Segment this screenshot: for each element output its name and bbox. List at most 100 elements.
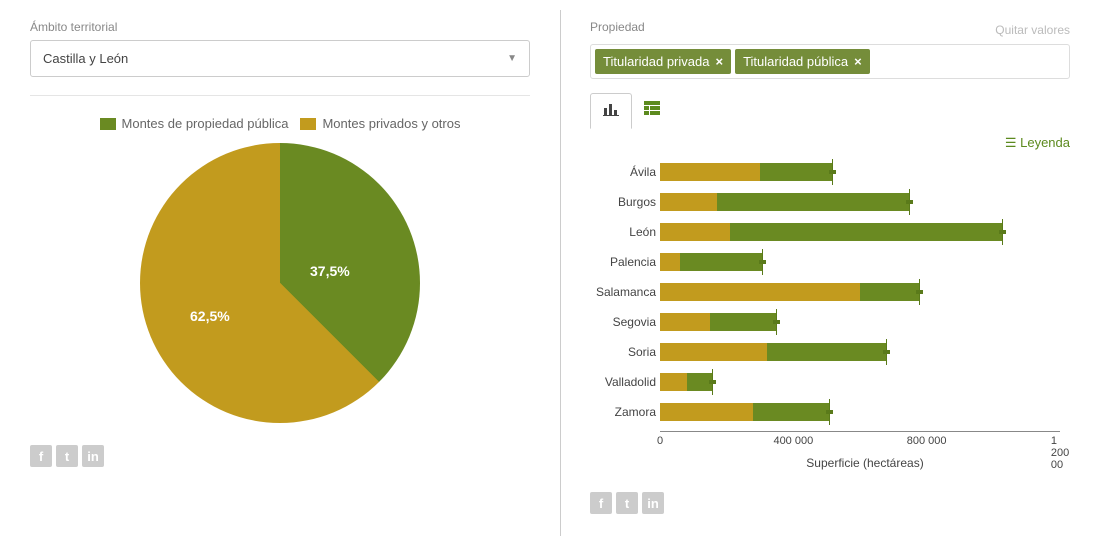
bar-category-label: Burgos xyxy=(590,195,656,209)
xaxis-tick-label: 0 xyxy=(657,435,663,447)
bar-segment xyxy=(860,283,920,301)
bar-track xyxy=(660,253,1070,271)
bar-end-marker xyxy=(762,249,763,275)
bar-end-marker xyxy=(712,369,713,395)
bar-end-marker xyxy=(909,189,910,215)
chip-titularidad-privada[interactable]: Titularidad privada × xyxy=(595,49,731,74)
chip-label: Titularidad pública xyxy=(743,54,848,69)
bar-end-marker xyxy=(886,339,887,365)
xaxis-tick-label: 800 000 xyxy=(907,435,947,447)
bar-category-label: Palencia xyxy=(590,255,656,269)
bar-row: Segovia xyxy=(660,307,1070,337)
legend-swatch-public xyxy=(100,118,116,130)
close-icon[interactable]: × xyxy=(715,54,723,69)
bar-row: Soria xyxy=(660,337,1070,367)
bar-segment xyxy=(660,343,767,361)
bar-segment xyxy=(660,373,687,391)
bar-segment xyxy=(660,223,730,241)
legend-label-public: Montes de propiedad pública xyxy=(122,116,289,131)
bar-segment xyxy=(660,163,760,181)
bar-category-label: Zamora xyxy=(590,405,656,419)
xaxis-tick-label: 400 000 xyxy=(773,435,813,447)
bar-segment xyxy=(660,253,680,271)
bar-end-marker xyxy=(832,159,833,185)
bar-end-marker xyxy=(1002,219,1003,245)
territory-select-value: Castilla y León xyxy=(43,51,128,66)
bar-category-label: León xyxy=(590,225,656,239)
bar-category-label: Valladolid xyxy=(590,375,656,389)
pie-legend: Montes de propiedad pública Montes priva… xyxy=(30,116,530,131)
bar-row: Burgos xyxy=(660,187,1070,217)
linkedin-icon[interactable]: in xyxy=(82,445,104,467)
divider-line xyxy=(30,95,530,96)
view-tabs xyxy=(590,93,1070,129)
bar-chart-xlabel: Superficie (hectáreas) xyxy=(660,456,1070,470)
list-icon: ☰ xyxy=(1005,135,1020,150)
property-chips-container[interactable]: Titularidad privada × Titularidad públic… xyxy=(590,44,1070,79)
left-panel: Ámbito territorial Castilla y León ▼ Mon… xyxy=(0,0,560,546)
bar-segment xyxy=(680,253,763,271)
pie-slice-label-public: 37,5% xyxy=(310,263,350,279)
bar-category-label: Ávila xyxy=(590,165,656,179)
social-share: f t in xyxy=(30,445,530,467)
chevron-down-icon: ▼ xyxy=(507,53,517,64)
legend-item-public: Montes de propiedad pública xyxy=(100,116,289,131)
bar-end-marker xyxy=(776,309,777,335)
bar-track xyxy=(660,313,1070,331)
bar-end-marker xyxy=(919,279,920,305)
facebook-icon[interactable]: f xyxy=(30,445,52,467)
pie-chart: 37,5% 62,5% xyxy=(140,143,420,423)
bar-category-label: Segovia xyxy=(590,315,656,329)
bar-segment xyxy=(767,343,887,361)
bar-category-label: Soria xyxy=(590,345,656,359)
bar-segment xyxy=(760,163,833,181)
bar-segment xyxy=(710,313,777,331)
table-icon xyxy=(644,101,660,120)
bar-track xyxy=(660,403,1070,421)
bar-track xyxy=(660,343,1070,361)
chip-titularidad-publica[interactable]: Titularidad pública × xyxy=(735,49,870,74)
facebook-icon[interactable]: f xyxy=(590,492,612,514)
legend-label-private: Montes privados y otros xyxy=(322,116,460,131)
legend-toggle[interactable]: ☰ Leyenda xyxy=(590,135,1070,151)
bar-row: León xyxy=(660,217,1070,247)
social-share: f t in xyxy=(590,492,1070,514)
bar-row: Zamora xyxy=(660,397,1070,427)
legend-item-private: Montes privados y otros xyxy=(300,116,460,131)
bar-segment xyxy=(660,193,717,211)
bar-row: Palencia xyxy=(660,247,1070,277)
bar-chart: ÁvilaBurgosLeónPalenciaSalamancaSegoviaS… xyxy=(590,157,1070,427)
twitter-icon[interactable]: t xyxy=(616,492,638,514)
bar-chart-xaxis: 0400 000800 0001 200 00 xyxy=(660,431,1060,450)
twitter-icon[interactable]: t xyxy=(56,445,78,467)
bar-segment xyxy=(660,313,710,331)
bar-segment xyxy=(753,403,830,421)
bar-segment xyxy=(717,193,910,211)
territory-filter-label: Ámbito territorial xyxy=(30,20,530,34)
xaxis-tick-label: 1 200 00 xyxy=(1051,435,1069,471)
bar-row: Salamanca xyxy=(660,277,1070,307)
bar-track xyxy=(660,283,1070,301)
bar-track xyxy=(660,373,1070,391)
bar-segment xyxy=(660,403,753,421)
bar-row: Ávila xyxy=(660,157,1070,187)
tab-chart[interactable] xyxy=(590,93,632,129)
bar-end-marker xyxy=(829,399,830,425)
clear-values-link[interactable]: Quitar valores xyxy=(995,23,1070,37)
property-filter-label: Propiedad xyxy=(590,20,645,34)
bar-category-label: Salamanca xyxy=(590,285,656,299)
bar-row: Valladolid xyxy=(660,367,1070,397)
right-panel: Propiedad Quitar valores Titularidad pri… xyxy=(560,0,1100,546)
bar-chart-icon xyxy=(603,102,619,121)
chip-label: Titularidad privada xyxy=(603,54,709,69)
close-icon[interactable]: × xyxy=(854,54,862,69)
tab-table[interactable] xyxy=(632,93,672,127)
territory-select[interactable]: Castilla y León ▼ xyxy=(30,40,530,77)
linkedin-icon[interactable]: in xyxy=(642,492,664,514)
bar-track xyxy=(660,163,1070,181)
bar-track xyxy=(660,193,1070,211)
bar-segment xyxy=(660,283,860,301)
bar-segment xyxy=(730,223,1003,241)
pie-slice-label-private: 62,5% xyxy=(190,308,230,324)
legend-swatch-private xyxy=(300,118,316,130)
